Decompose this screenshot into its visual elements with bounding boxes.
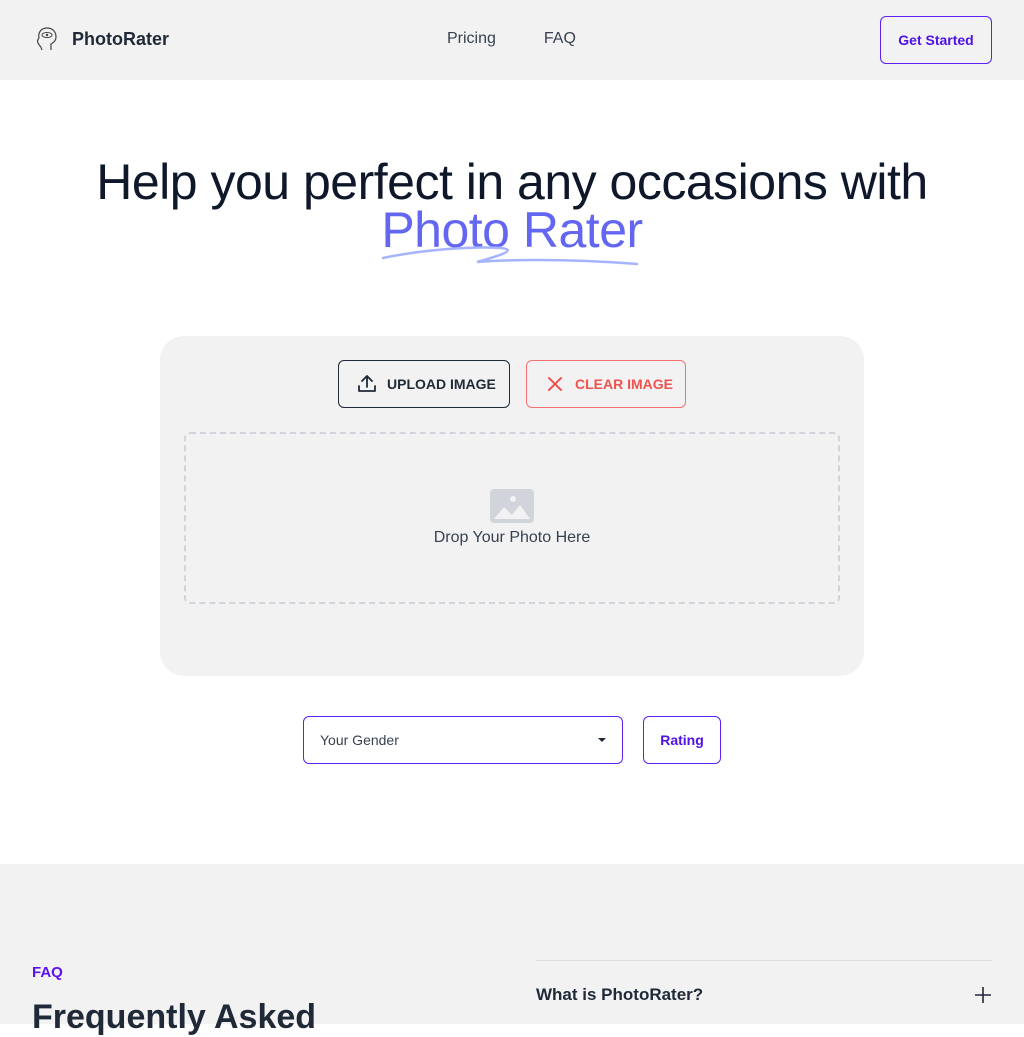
nav-pricing[interactable]: Pricing xyxy=(447,30,496,48)
faq-section: FAQ Frequently Asked What is PhotoRater? xyxy=(0,864,1024,1036)
rating-controls: Your Gender Rating xyxy=(303,716,721,764)
upload-card: UPLOAD IMAGE CLEAR IMAGE Drop Your Photo… xyxy=(160,336,864,676)
upload-image-label: UPLOAD IMAGE xyxy=(387,376,496,392)
clear-image-button[interactable]: CLEAR IMAGE xyxy=(526,360,686,408)
rating-button[interactable]: Rating xyxy=(643,716,721,764)
site-header: PhotoRater Pricing FAQ Get Started xyxy=(0,0,1024,80)
photo-dropzone[interactable]: Drop Your Photo Here xyxy=(184,432,840,604)
get-started-button[interactable]: Get Started xyxy=(880,16,992,64)
main-nav: Pricing FAQ xyxy=(447,30,576,48)
nav-faq[interactable]: FAQ xyxy=(544,30,576,48)
gender-select-value: Your Gender xyxy=(320,732,399,748)
gender-select[interactable]: Your Gender xyxy=(303,716,623,764)
hero-title: Help you perfect in any occasions with P… xyxy=(0,157,1024,266)
upload-icon xyxy=(358,375,376,392)
faq-question: What is PhotoRater? xyxy=(536,985,704,1004)
logo[interactable]: PhotoRater xyxy=(36,26,169,52)
hero-title-accent: Photo Rater xyxy=(381,205,643,266)
hero: Help you perfect in any occasions with P… xyxy=(0,80,1024,266)
dropzone-text: Drop Your Photo Here xyxy=(433,529,591,546)
head-logo-icon xyxy=(36,27,57,51)
upload-actions: UPLOAD IMAGE CLEAR IMAGE xyxy=(338,360,686,408)
faq-item[interactable]: What is PhotoRater? xyxy=(536,961,992,1005)
clear-image-label: CLEAR IMAGE xyxy=(575,376,673,392)
brand-name: PhotoRater xyxy=(72,28,170,49)
chevron-down-icon xyxy=(598,738,606,742)
faq-list: What is PhotoRater? xyxy=(536,960,992,1005)
faq-title: Frequently Asked xyxy=(32,998,317,1036)
plus-icon[interactable] xyxy=(974,986,992,1004)
image-placeholder-icon xyxy=(490,489,534,523)
close-icon xyxy=(548,377,562,391)
upload-image-button[interactable]: UPLOAD IMAGE xyxy=(338,360,510,408)
faq-eyebrow: FAQ xyxy=(32,964,63,981)
squiggle-underline-icon xyxy=(382,246,639,266)
